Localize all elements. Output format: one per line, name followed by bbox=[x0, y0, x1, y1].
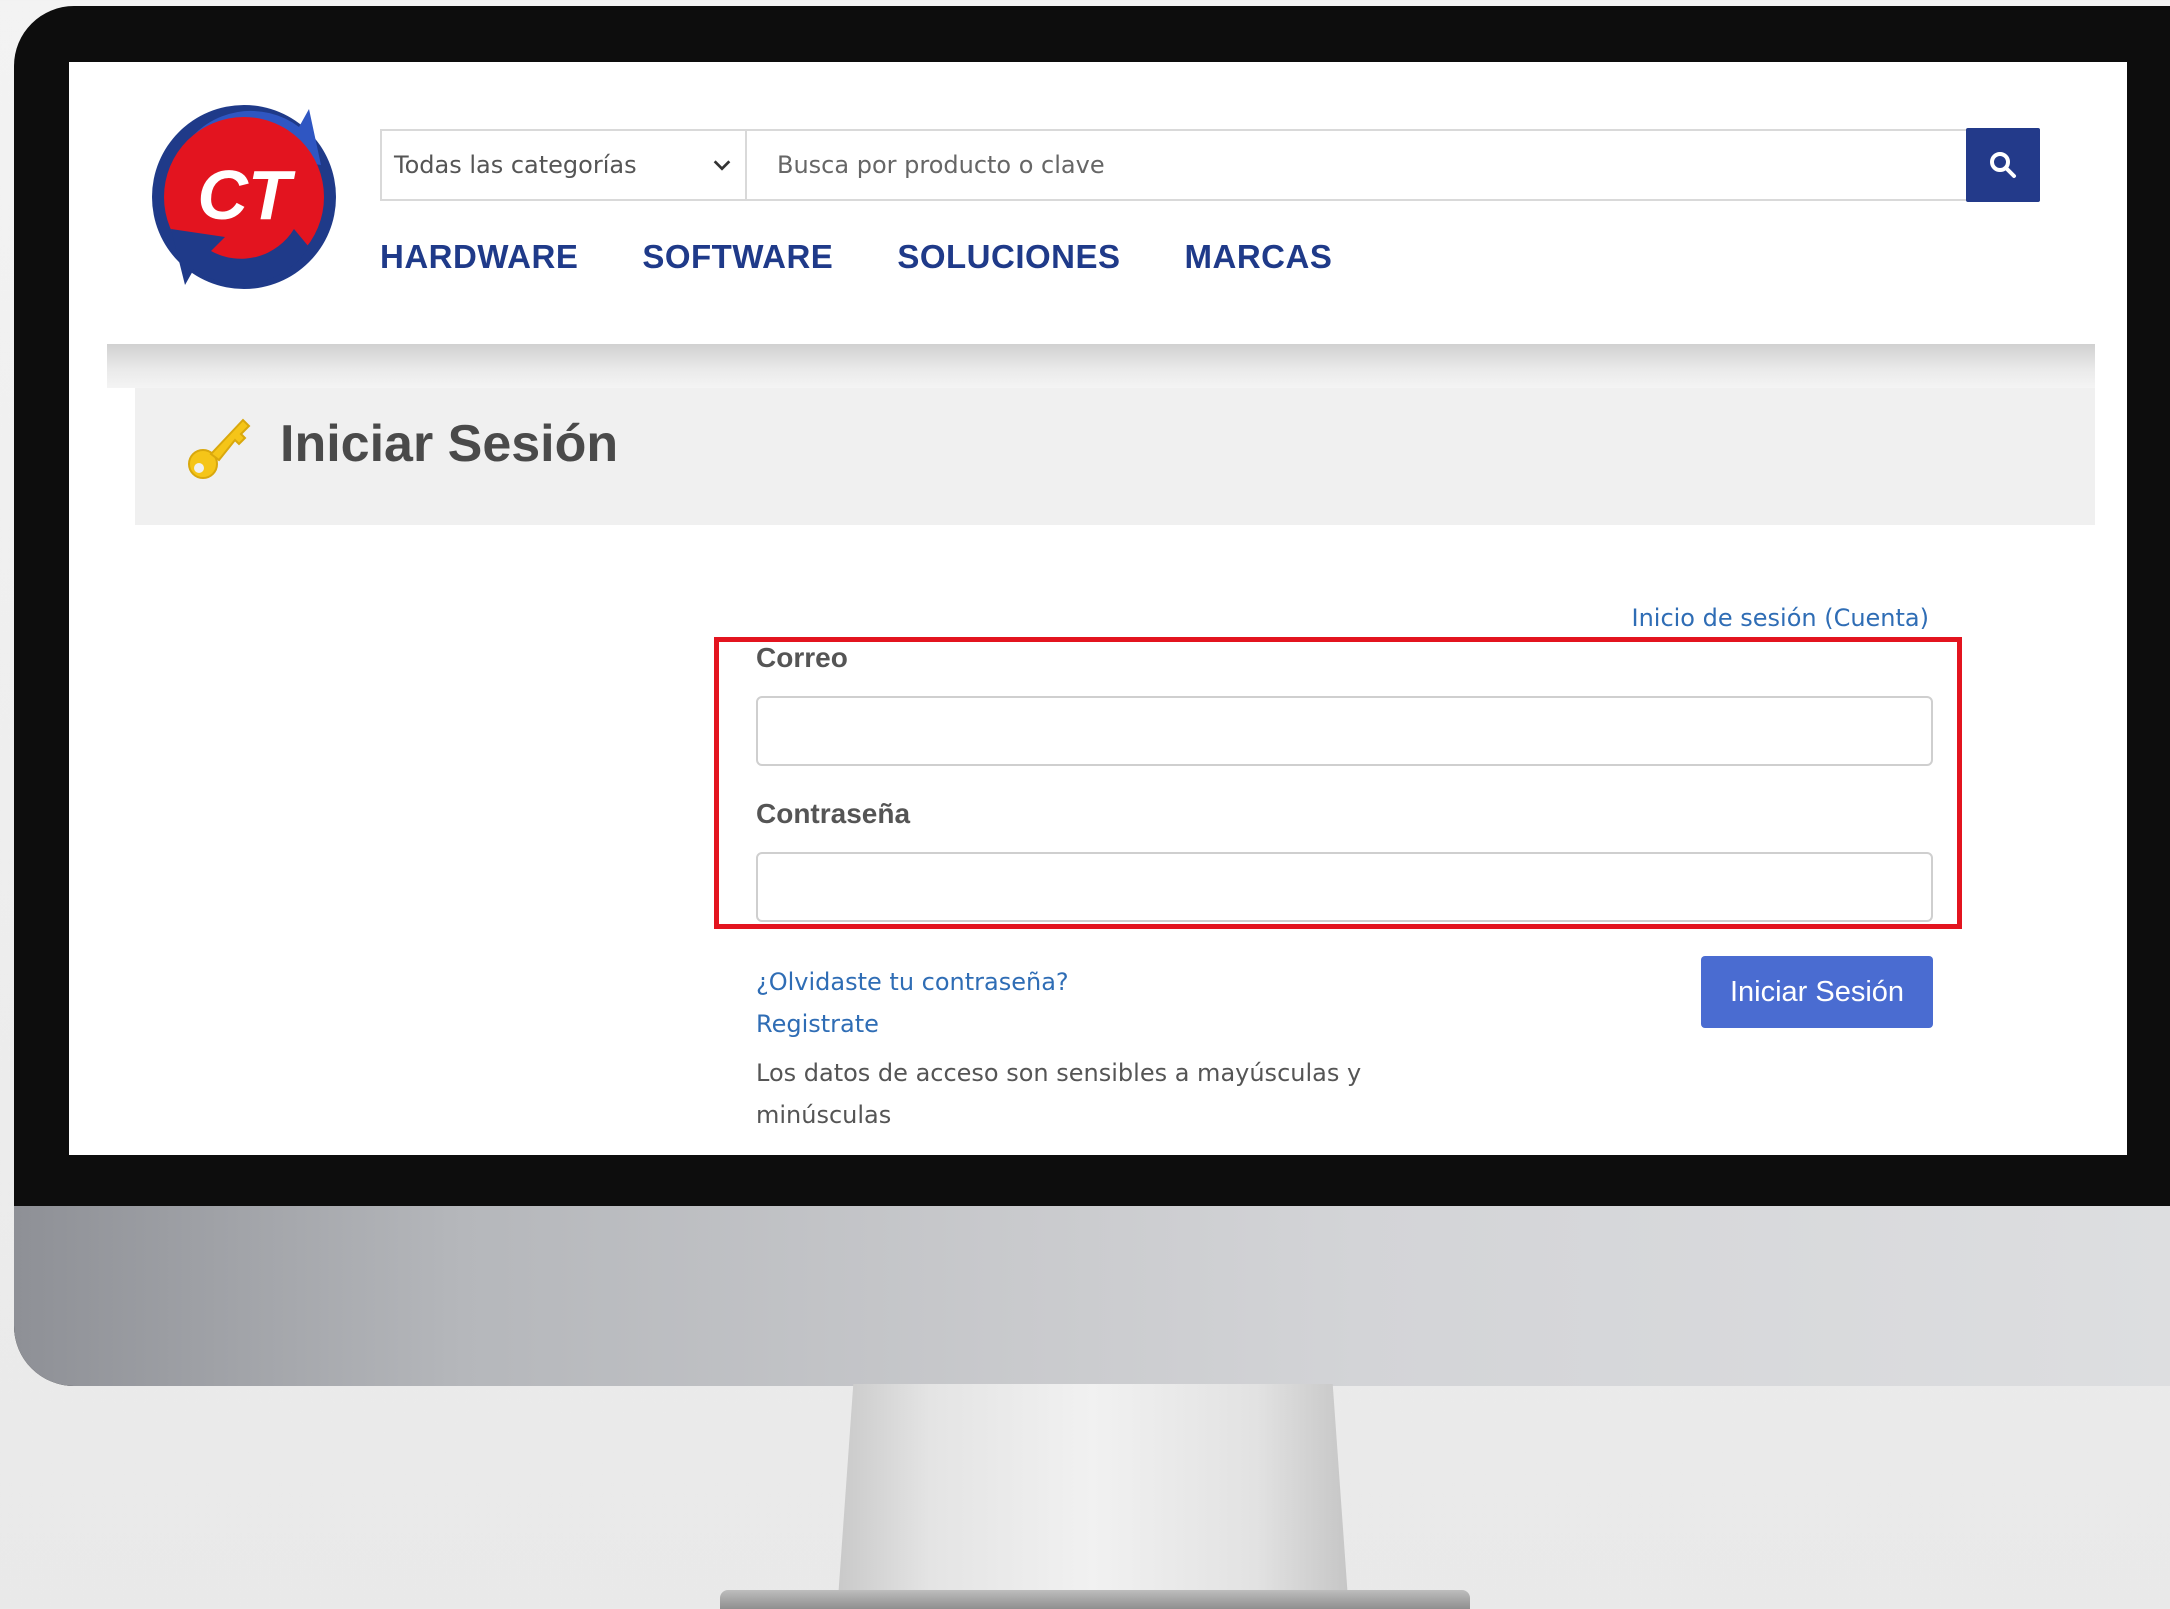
login-button[interactable]: Iniciar Sesión bbox=[1701, 956, 1933, 1028]
nav-hardware[interactable]: HARDWARE bbox=[380, 238, 578, 276]
password-field[interactable] bbox=[756, 852, 1933, 922]
monitor-base bbox=[720, 1590, 1470, 1609]
email-label: Correo bbox=[756, 642, 848, 673]
search-bar: Todas las categorías bbox=[380, 128, 2040, 202]
nav-marcas[interactable]: MARCAS bbox=[1185, 238, 1333, 276]
account-login-link[interactable]: Inicio de sesión (Cuenta) bbox=[1631, 604, 1929, 632]
nav-soluciones[interactable]: SOLUCIONES bbox=[897, 238, 1120, 276]
page-title: Iniciar Sesión bbox=[280, 415, 619, 473]
email-field[interactable] bbox=[756, 696, 1933, 766]
password-label: Contraseña bbox=[756, 798, 911, 829]
logo-text: CT bbox=[197, 156, 296, 234]
category-select[interactable]: Todas las categorías bbox=[382, 131, 747, 199]
monitor-frame: CT Todas las categorías HARDWARE SOFTWAR… bbox=[14, 6, 2170, 1386]
browser-screen: CT Todas las categorías HARDWARE SOFTWAR… bbox=[69, 62, 2127, 1155]
main-nav: HARDWARE SOFTWARE SOLUCIONES MARCAS bbox=[380, 238, 1396, 276]
ct-logo[interactable]: CT bbox=[149, 87, 339, 302]
register-link[interactable]: Registrate bbox=[756, 1010, 879, 1038]
header-shadow-band bbox=[107, 344, 2095, 388]
nav-software[interactable]: SOFTWARE bbox=[642, 238, 833, 276]
category-select-value: Todas las categorías bbox=[394, 151, 637, 179]
search-icon bbox=[1990, 152, 2016, 178]
search-input[interactable] bbox=[747, 131, 1966, 199]
case-sensitive-note: Los datos de acceso son sensibles a mayú… bbox=[756, 1059, 1362, 1129]
search-button[interactable] bbox=[1966, 128, 2040, 202]
monitor-stand bbox=[838, 1384, 1348, 1599]
key-icon bbox=[188, 418, 251, 479]
monitor-chin bbox=[14, 1206, 2170, 1386]
chevron-down-icon bbox=[713, 160, 731, 171]
page-title-bar: Iniciar Sesión bbox=[135, 388, 2095, 525]
forgot-password-link[interactable]: ¿Olvidaste tu contraseña? bbox=[756, 968, 1069, 996]
